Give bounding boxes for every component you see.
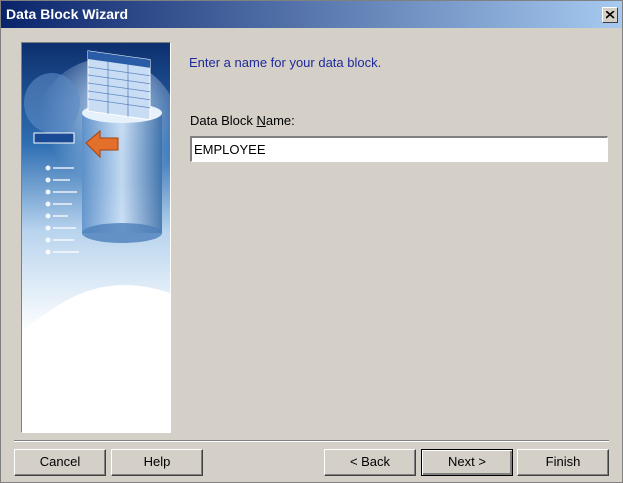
cancel-button[interactable]: Cancel [14, 449, 106, 476]
label-part-before: Data Block [190, 113, 257, 128]
window-title: Data Block Wizard [6, 6, 129, 22]
help-button[interactable]: Help [111, 449, 203, 476]
title-bar[interactable]: Data Block Wizard [1, 1, 622, 28]
data-block-wizard-window: Data Block Wizard Enter a name for your … [0, 0, 623, 483]
button-separator [14, 440, 609, 442]
close-button[interactable] [602, 7, 618, 23]
instruction-text: Enter a name for your data block. [189, 55, 382, 70]
label-part-after: ame: [265, 113, 295, 128]
close-icon [606, 11, 615, 19]
finish-button[interactable]: Finish [517, 449, 609, 476]
back-button[interactable]: < Back [324, 449, 416, 476]
next-button[interactable]: Next > [421, 449, 513, 476]
wizard-illustration [21, 42, 171, 433]
data-block-name-label: Data Block Name: [190, 113, 295, 128]
data-block-name-input[interactable] [190, 136, 608, 162]
label-accelerator: N [256, 113, 266, 128]
database-illustration-icon [22, 43, 170, 432]
